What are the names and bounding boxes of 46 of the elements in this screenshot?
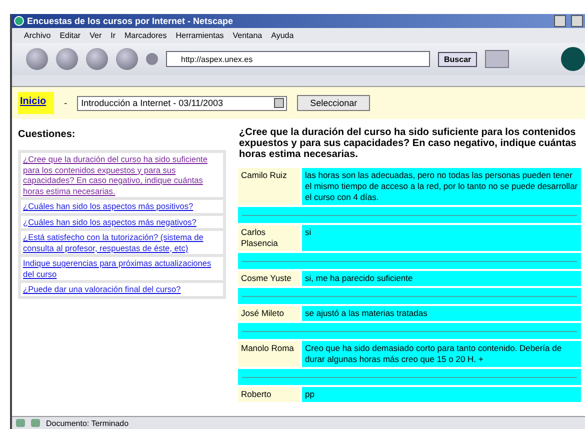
- question-link[interactable]: ¿Cree que la duración del curso ha sido suficiente para los contenidos expuestos y para sus capacidades? En caso negativo, indique cuántas horas estima necesarias.: [21, 153, 223, 197]
- answer-text: pp: [302, 387, 581, 402]
- reload-button[interactable]: [86, 48, 108, 70]
- menu-item[interactable]: Ir: [110, 31, 116, 40]
- window-title: Encuestas de los cursos por Internet - Netscape: [27, 16, 234, 26]
- stop-button[interactable]: [116, 48, 138, 70]
- menu-item[interactable]: Ayuda: [271, 31, 294, 40]
- respondent-name: Camilo Ruiz: [238, 168, 300, 205]
- answer-text: si, me ha parecido suficiente: [302, 271, 581, 286]
- address-field[interactable]: http://aspex.unex.es: [166, 51, 430, 67]
- answer-text: Creo que ha sido demasiado corto para tanto contenido. Debería de durar algunas horas más creo que 15 o 20 H. +: [302, 341, 581, 367]
- separator-text: -: [64, 98, 68, 108]
- menu-item[interactable]: Herramientas: [176, 31, 224, 40]
- respondent-name: Manolo Roma: [238, 341, 300, 367]
- forward-button[interactable]: [56, 48, 78, 70]
- question-heading: ¿Cree que la duración del curso ha sido suficiente para los contenidos expuestos y para sus capacidades? En caso negativo, indique cuántas horas estima necesarias.: [239, 127, 578, 160]
- respondent-name: Roberto: [238, 387, 300, 402]
- menu-item[interactable]: Archivo: [24, 31, 51, 40]
- search-button[interactable]: Buscar: [438, 52, 478, 66]
- question-link[interactable]: Indique sugerencias para próximas actualizaciones del curso: [21, 257, 223, 280]
- respondent-name: José Mileto: [238, 306, 300, 321]
- menu-item[interactable]: Ventana: [232, 31, 262, 40]
- restore-button[interactable]: [571, 15, 583, 27]
- dropdown-button[interactable]: [146, 53, 158, 65]
- answer-text: se ajustó a las materias tratadas: [302, 306, 581, 321]
- question-link[interactable]: ¿Está satisfecho con la tutorización? (sistema de consulta al profesor, respuestas de éste, etc): [21, 231, 223, 254]
- menu-item[interactable]: Marcadores: [124, 31, 167, 40]
- menu-item[interactable]: Ver: [90, 31, 102, 40]
- question-link[interactable]: ¿Cuáles han sido los aspectos más negativos?: [21, 216, 223, 228]
- status-icon[interactable]: [16, 419, 25, 427]
- browser-icon: [14, 16, 24, 26]
- browser-logo: [561, 47, 585, 71]
- answer-text: las horas son las adecuadas, pero no todas las personas pueden tener el mismo tiempo de acceso a la red, por lo tanto no se puede desarrollar el curso con 4 días.: [302, 168, 581, 205]
- select-button[interactable]: Seleccionar: [297, 95, 370, 111]
- question-link[interactable]: ¿Puede dar una valoración final del curso?: [21, 283, 223, 296]
- question-link[interactable]: ¿Cuáles han sido los aspectos más positivos?: [21, 200, 223, 212]
- sidebar-heading: Cuestiones:: [18, 129, 76, 140]
- course-select[interactable]: Introducción a Internet - 03/11/2003: [77, 96, 288, 110]
- minimize-button[interactable]: [554, 15, 566, 27]
- respondent-name: Carlos Plasencia: [238, 225, 300, 251]
- menu-item[interactable]: Editar: [60, 31, 81, 40]
- answer-text: si: [302, 225, 581, 251]
- back-button[interactable]: [26, 48, 48, 70]
- home-link[interactable]: Inicio: [18, 92, 54, 114]
- respondent-name: Cosme Yuste: [238, 271, 300, 286]
- status-text: Documento: Terminado: [46, 418, 129, 428]
